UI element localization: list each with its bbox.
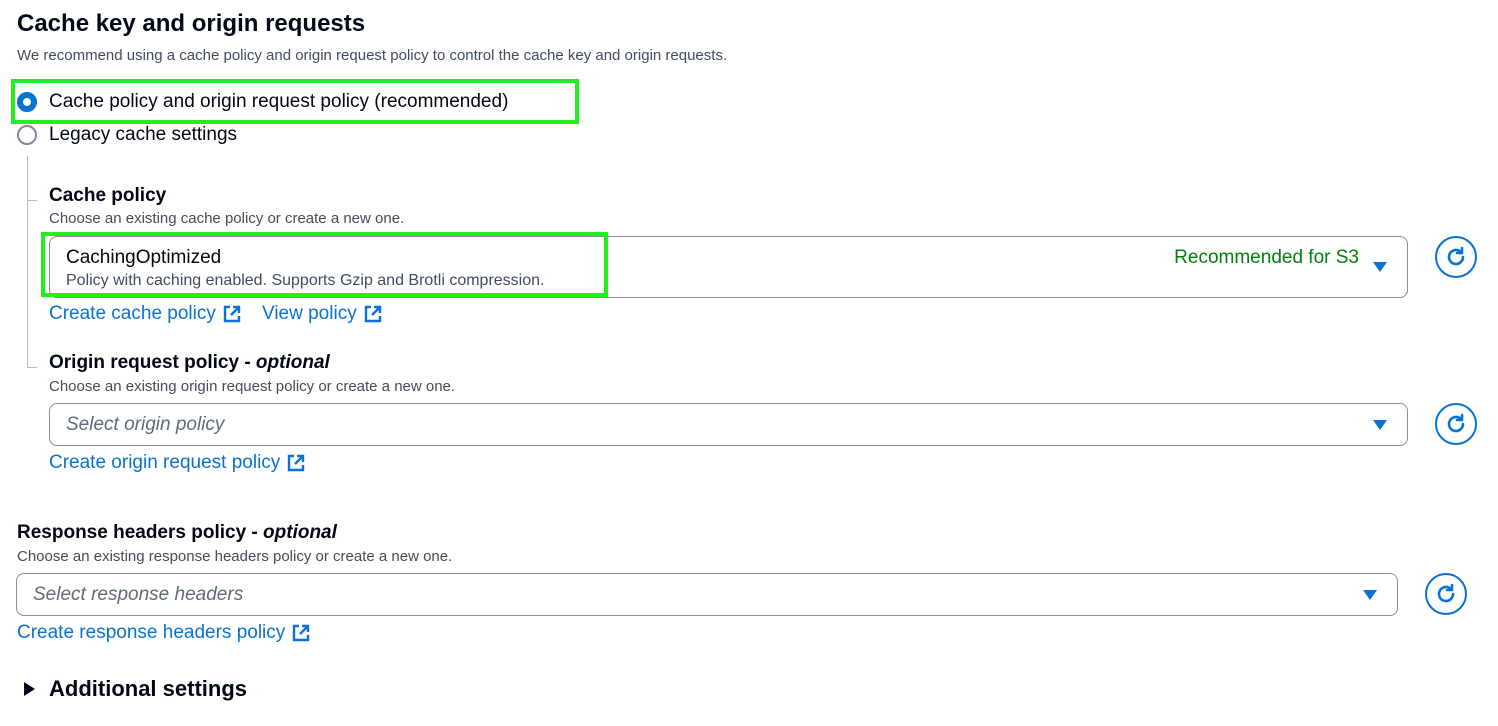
refresh-icon [1447,246,1465,266]
select-placeholder: Select origin policy [66,414,225,435]
create-response-headers-policy-link[interactable]: Create response headers policy [17,622,311,644]
label-text: Response headers policy - [17,522,264,543]
radio-button-unselected[interactable] [17,125,37,145]
additional-settings-expander[interactable]: Additional settings [24,676,247,702]
cache-policy-description: Choose an existing cache policy or creat… [49,210,405,227]
additional-settings-label: Additional settings [49,676,247,701]
tree-connector-line [27,156,28,368]
label-text: Origin request policy - [49,352,256,373]
caret-right-icon [24,682,35,696]
tree-connector-tick [27,367,37,368]
caret-down-icon [1373,262,1387,272]
refresh-cache-policies-button[interactable] [1435,236,1477,278]
recommended-badge: Recommended for S3 [1174,247,1359,268]
external-link-icon [293,624,310,642]
response-headers-policy-select[interactable]: Select response headers [16,573,1398,616]
link-label: Create cache policy [49,303,216,324]
create-cache-policy-link[interactable]: Create cache policy [49,303,242,325]
view-policy-link[interactable]: View policy [262,303,383,325]
link-label: Create response headers policy [17,622,286,643]
caret-down-icon [1373,420,1387,430]
radio-option-label: Cache policy and origin request policy (… [49,91,509,112]
link-label: View policy [262,303,357,324]
refresh-icon [1447,413,1465,433]
response-headers-policy-label: Response headers policy - optional [17,522,337,544]
radio-button-selected[interactable] [17,92,37,112]
external-link-icon [364,305,381,323]
section-description: We recommend using a cache policy and or… [17,47,728,64]
optional-tag: optional [255,352,330,373]
tree-connector-tick [27,200,37,201]
section-title: Cache key and origin requests [17,10,366,37]
caret-down-icon [1363,590,1377,600]
highlight-box-selected-cache-policy [41,232,608,297]
optional-tag: optional [263,522,337,543]
origin-request-policy-select[interactable]: Select origin policy [49,403,1408,446]
cache-policy-label: Cache policy [49,185,167,206]
link-label: Create origin request policy [49,452,281,473]
refresh-response-headers-button[interactable] [1425,573,1467,615]
origin-request-policy-description: Choose an existing origin request policy… [49,378,456,395]
external-link-icon [223,305,241,323]
response-headers-policy-description: Choose an existing response headers poli… [17,548,453,565]
refresh-icon [1437,583,1455,603]
select-placeholder: Select response headers [33,584,244,605]
radio-option-cache-policy[interactable]: Cache policy and origin request policy (… [17,91,508,113]
radio-option-legacy-cache[interactable]: Legacy cache settings [17,124,237,146]
external-link-icon [288,454,305,472]
radio-option-label: Legacy cache settings [49,124,238,145]
create-origin-request-policy-link[interactable]: Create origin request policy [49,452,306,474]
refresh-origin-policies-button[interactable] [1435,403,1477,445]
origin-request-policy-label: Origin request policy - optional [49,352,330,374]
